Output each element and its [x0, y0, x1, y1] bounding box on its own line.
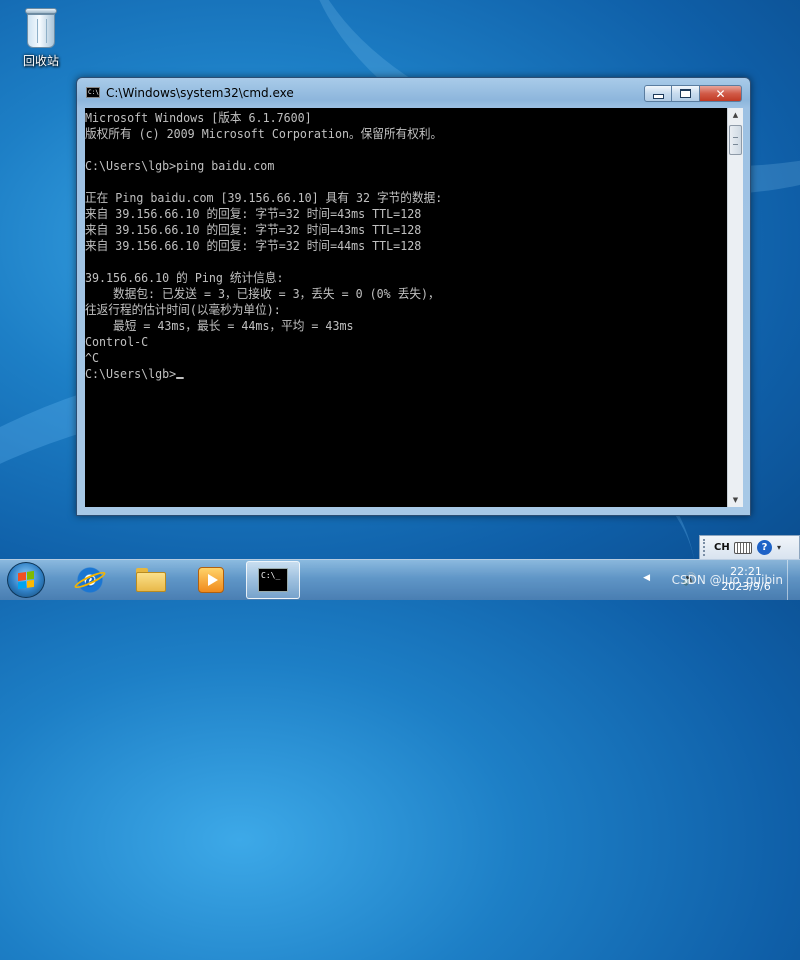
console-output[interactable]: Microsoft Windows [版本 6.1.7600] 版权所有 (c)… — [85, 108, 727, 507]
console-line: 正在 Ping baidu.com [39.156.66.10] 具有 32 字… — [85, 190, 443, 205]
langbar-grip[interactable] — [703, 539, 710, 556]
language-indicator[interactable]: CH — [714, 542, 734, 553]
cmd-window[interactable]: C:\ C:\Windows\system32\cmd.exe ✕ Micros… — [76, 77, 751, 516]
minimize-icon — [652, 94, 664, 99]
maximize-icon — [680, 89, 691, 98]
console-line: ^C — [85, 350, 100, 365]
console-line: 版权所有 (c) 2009 Microsoft Corporation。保留所有… — [85, 126, 443, 141]
system-tray: ◀ 🔊 22:21 2023/9/6 CSDN @luo_guibin — [0, 560, 800, 600]
window-controls: ✕ — [644, 85, 742, 102]
window-title: C:\Windows\system32\cmd.exe — [106, 86, 294, 100]
recycle-bin-label: 回收站 — [22, 54, 59, 68]
scrollbar-thumb[interactable] — [729, 125, 742, 155]
window-titlebar[interactable]: C:\ C:\Windows\system32\cmd.exe ✕ — [77, 78, 750, 108]
console-line: C:\Users\lgb>ping baidu.com — [85, 158, 275, 173]
console-text: Microsoft Windows [版本 6.1.7600] 版权所有 (c)… — [85, 108, 688, 382]
console-line: 最短 = 43ms，最长 = 44ms，平均 = 43ms — [85, 318, 354, 333]
show-hidden-icons-icon[interactable]: ◀ — [643, 573, 650, 583]
console-line: Control-C — [85, 334, 149, 349]
console-line: Microsoft Windows [版本 6.1.7600] — [85, 110, 312, 125]
text-cursor — [176, 377, 184, 379]
close-button[interactable]: ✕ — [700, 85, 742, 102]
console-line: C:\Users\lgb> — [85, 366, 177, 381]
vertical-scrollbar[interactable]: ▲ ▼ — [727, 108, 743, 507]
watermark: CSDN @luo_guibin — [671, 573, 783, 587]
keyboard-icon[interactable] — [734, 541, 752, 554]
taskbar: e C:\_ ◀ 🔊 22:21 2023/9/6 CSDN @luo_guib… — [0, 559, 800, 600]
recycle-bin-icon — [23, 6, 59, 50]
console-line: 来自 39.156.66.10 的回复: 字节=32 时间=43ms TTL=1… — [85, 206, 422, 221]
close-icon: ✕ — [715, 86, 726, 101]
console-line: 39.156.66.10 的 Ping 统计信息: — [85, 270, 284, 285]
console-line: 来自 39.156.66.10 的回复: 字节=32 时间=43ms TTL=1… — [85, 222, 422, 237]
console-line: 来自 39.156.66.10 的回复: 字节=32 时间=44ms TTL=1… — [85, 238, 422, 253]
help-icon[interactable]: ? — [757, 540, 772, 555]
desktop-icon-recycle-bin[interactable]: 回收站 — [14, 6, 68, 69]
scroll-up-arrow-icon[interactable]: ▲ — [728, 108, 743, 122]
scroll-down-arrow-icon[interactable]: ▼ — [728, 493, 743, 507]
cmd-icon: C:\ — [86, 87, 100, 98]
maximize-button[interactable] — [672, 85, 700, 102]
show-desktop-button[interactable] — [787, 560, 800, 600]
console-line: 数据包: 已发送 = 3，已接收 = 3，丢失 = 0 (0% 丢失)， — [85, 286, 440, 301]
console-line: 往返行程的估计时间(以毫秒为单位): — [85, 302, 281, 317]
langbar-options-icon[interactable]: ▾ — [777, 543, 785, 552]
language-bar[interactable]: CH ? ▾ — [699, 535, 800, 560]
minimize-button[interactable] — [644, 85, 672, 102]
